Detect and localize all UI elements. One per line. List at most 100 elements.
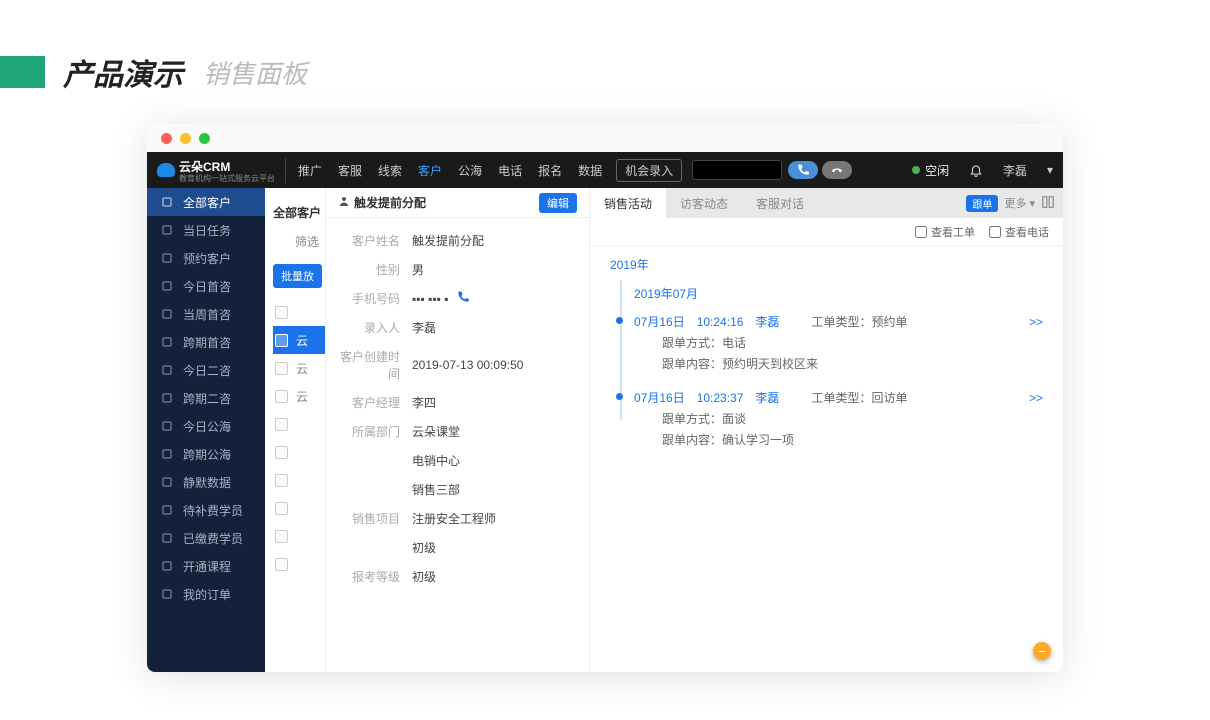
status-dot-icon xyxy=(912,166,920,174)
sidebar-item-13[interactable]: 开通课程 xyxy=(147,552,265,580)
row-checkbox[interactable] xyxy=(275,306,288,319)
list-item[interactable] xyxy=(273,438,325,466)
layout-toggle-icon[interactable] xyxy=(1041,195,1055,212)
collapse-fab[interactable]: − xyxy=(1033,642,1051,660)
more-dropdown[interactable]: 更多 ▾ xyxy=(1004,195,1035,211)
current-user[interactable]: 李磊 xyxy=(1003,162,1027,179)
timeline-expand[interactable]: >> xyxy=(1029,315,1043,329)
sidebar-icon xyxy=(161,448,173,460)
sidebar-item-10[interactable]: 静默数据 xyxy=(147,468,265,496)
activity-panel: 销售活动访客动态客服对话 跟单 更多 ▾ 查看工单 查看电话 2019年 201… xyxy=(589,188,1063,672)
sidebar-item-12[interactable]: 已缴费学员 xyxy=(147,524,265,552)
call-phone-icon[interactable] xyxy=(456,290,470,307)
detail-field: 录入人李磊 xyxy=(340,313,575,342)
sidebar-item-4[interactable]: 当周首咨 xyxy=(147,300,265,328)
row-checkbox[interactable] xyxy=(275,558,288,571)
opportunity-entry-button[interactable]: 机会录入 xyxy=(616,159,682,182)
detail-field: 销售项目注册安全工程师 xyxy=(340,504,575,533)
row-checkbox[interactable] xyxy=(275,446,288,459)
filter-ticket-checkbox[interactable] xyxy=(915,226,927,238)
field-label xyxy=(340,452,412,469)
activity-timeline: 2019年 2019年07月 07月16日10:24:16李磊工单类型：预约单>… xyxy=(590,246,1063,472)
timeline-time: 10:24:16 xyxy=(697,315,744,329)
topnav-item-7[interactable]: 数据 xyxy=(578,162,602,179)
topnav-item-1[interactable]: 客服 xyxy=(338,162,362,179)
field-label: 报考等级 xyxy=(340,568,412,585)
close-window-icon[interactable] xyxy=(161,133,172,144)
sidebar-icon xyxy=(161,560,173,572)
field-value: 男 xyxy=(412,261,424,278)
list-item[interactable]: 云 xyxy=(273,382,325,410)
topnav-item-5[interactable]: 电话 xyxy=(498,162,522,179)
call-button[interactable] xyxy=(788,161,818,179)
timeline-type: 工单类型：回访单 xyxy=(811,389,907,406)
list-item[interactable] xyxy=(273,410,325,438)
sidebar-item-11[interactable]: 待补费学员 xyxy=(147,496,265,524)
row-checkbox[interactable] xyxy=(275,390,288,403)
field-label: 客户创建时间 xyxy=(340,348,412,382)
followup-badge[interactable]: 跟单 xyxy=(966,195,998,212)
activity-tab-0[interactable]: 销售活动 xyxy=(590,188,666,218)
list-item[interactable]: 云 xyxy=(273,326,325,354)
filter-phone-checkbox[interactable] xyxy=(989,226,1001,238)
main-layout: 全部客户当日任务预约客户今日首咨当周首咨跨期首咨今日二咨跨期二咨今日公海跨期公海… xyxy=(147,188,1063,672)
timeline-expand[interactable]: >> xyxy=(1029,391,1043,405)
field-value: 初级 xyxy=(412,539,436,556)
sidebar-icon xyxy=(161,280,173,292)
field-value: ▪▪▪ ▪▪▪ ▪ xyxy=(412,290,470,307)
list-item[interactable] xyxy=(273,522,325,550)
minimize-window-icon[interactable] xyxy=(180,133,191,144)
list-item[interactable] xyxy=(273,550,325,578)
filter-view-calls[interactable]: 查看电话 xyxy=(989,224,1049,240)
sidebar-item-7[interactable]: 跨期二咨 xyxy=(147,384,265,412)
timeline-row-header: 07月16日10:23:37李磊工单类型：回访单>> xyxy=(634,387,1043,408)
maximize-window-icon[interactable] xyxy=(199,133,210,144)
logo[interactable]: 云朵CRM 教育机构一站式服务云平台 xyxy=(157,158,286,183)
sidebar-item-0[interactable]: 全部客户 xyxy=(147,188,265,216)
row-checkbox[interactable] xyxy=(275,334,288,347)
hangup-button[interactable] xyxy=(822,161,852,179)
row-checkbox[interactable] xyxy=(275,362,288,375)
sidebar-item-14[interactable]: 我的订单 xyxy=(147,580,265,608)
row-checkbox[interactable] xyxy=(275,418,288,431)
detail-title: 触发提前分配 xyxy=(354,194,426,211)
field-label: 客户姓名 xyxy=(340,232,412,249)
topnav-item-6[interactable]: 报名 xyxy=(538,162,562,179)
detail-field: 性别男 xyxy=(340,255,575,284)
sidebar-item-9[interactable]: 跨期公海 xyxy=(147,440,265,468)
topnav-item-2[interactable]: 线索 xyxy=(378,162,402,179)
search-input[interactable] xyxy=(692,160,782,180)
list-item[interactable] xyxy=(273,298,325,326)
batch-release-button[interactable]: 批量放 xyxy=(273,264,322,288)
bell-icon[interactable] xyxy=(969,163,983,177)
filter-label[interactable]: 筛选 xyxy=(273,226,325,256)
sidebar-item-1[interactable]: 当日任务 xyxy=(147,216,265,244)
sidebar-item-6[interactable]: 今日二咨 xyxy=(147,356,265,384)
edit-button[interactable]: 编辑 xyxy=(539,193,577,213)
chevron-down-icon[interactable]: ▾ xyxy=(1047,163,1053,177)
cloud-icon xyxy=(157,163,175,177)
row-checkbox[interactable] xyxy=(275,502,288,515)
row-checkbox[interactable] xyxy=(275,474,288,487)
list-item[interactable]: 云 xyxy=(273,354,325,382)
topnav-item-0[interactable]: 推广 xyxy=(298,162,322,179)
list-item[interactable] xyxy=(273,494,325,522)
activity-tab-2[interactable]: 客服对话 xyxy=(742,188,818,218)
list-item[interactable] xyxy=(273,466,325,494)
sidebar-icon xyxy=(161,420,173,432)
field-value: 电销中心 xyxy=(412,452,460,469)
sidebar-item-2[interactable]: 预约客户 xyxy=(147,244,265,272)
field-label: 销售项目 xyxy=(340,510,412,527)
sidebar-item-8[interactable]: 今日公海 xyxy=(147,412,265,440)
row-checkbox[interactable] xyxy=(275,530,288,543)
sidebar-item-5[interactable]: 跨期首咨 xyxy=(147,328,265,356)
sidebar-icon xyxy=(161,392,173,404)
topnav-item-4[interactable]: 公海 xyxy=(458,162,482,179)
topnav-item-3[interactable]: 客户 xyxy=(418,162,442,179)
timeline-date: 07月16日 xyxy=(634,313,685,330)
detail-field: 报考等级初级 xyxy=(340,562,575,591)
status-text[interactable]: 空闲 xyxy=(925,162,949,179)
activity-tab-1[interactable]: 访客动态 xyxy=(666,188,742,218)
filter-view-tickets[interactable]: 查看工单 xyxy=(915,224,975,240)
sidebar-item-3[interactable]: 今日首咨 xyxy=(147,272,265,300)
